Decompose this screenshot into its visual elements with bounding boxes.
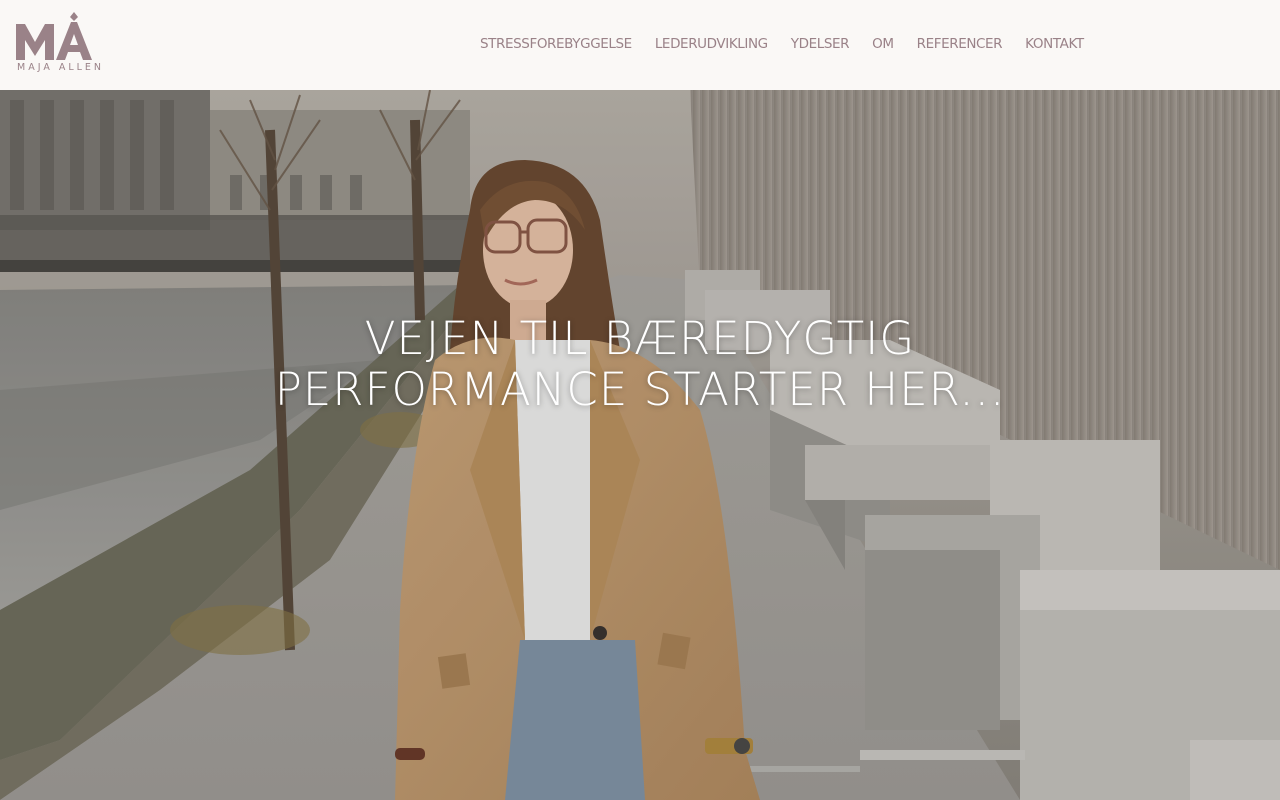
nav-item-lederudvikling[interactable]: LEDERUDVIKLING bbox=[655, 34, 768, 54]
nav-item-om[interactable]: OM bbox=[872, 34, 894, 54]
nav-item-referencer[interactable]: REFERENCER bbox=[917, 34, 1003, 54]
hero-title: VEJEN TIL BÆREDYGTIG PERFORMANCE STARTER… bbox=[240, 313, 1040, 415]
hero-section: VEJEN TIL BÆREDYGTIG PERFORMANCE STARTER… bbox=[0, 90, 1280, 800]
hero-title-line-1: VEJEN TIL BÆREDYGTIG bbox=[364, 312, 916, 365]
nav-item-stressforebyggelse[interactable]: STRESSFOREBYGGELSE bbox=[480, 34, 632, 54]
logo-name: MAJA ALLEN bbox=[17, 62, 105, 73]
site-logo[interactable]: MAJA ALLEN bbox=[16, 12, 101, 76]
main-nav: STRESSFOREBYGGELSE LEDERUDVIKLING YDELSE… bbox=[480, 34, 1084, 54]
logo-mark-icon bbox=[16, 12, 92, 60]
nav-item-kontakt[interactable]: KONTAKT bbox=[1025, 34, 1084, 54]
hero-title-line-2: PERFORMANCE STARTER HER... bbox=[274, 363, 1006, 416]
hero-photo bbox=[0, 90, 1280, 800]
nav-item-ydelser[interactable]: YDELSER bbox=[791, 34, 850, 54]
site-header: MAJA ALLEN STRESSFOREBYGGELSE LEDERUDVIK… bbox=[0, 0, 1280, 90]
